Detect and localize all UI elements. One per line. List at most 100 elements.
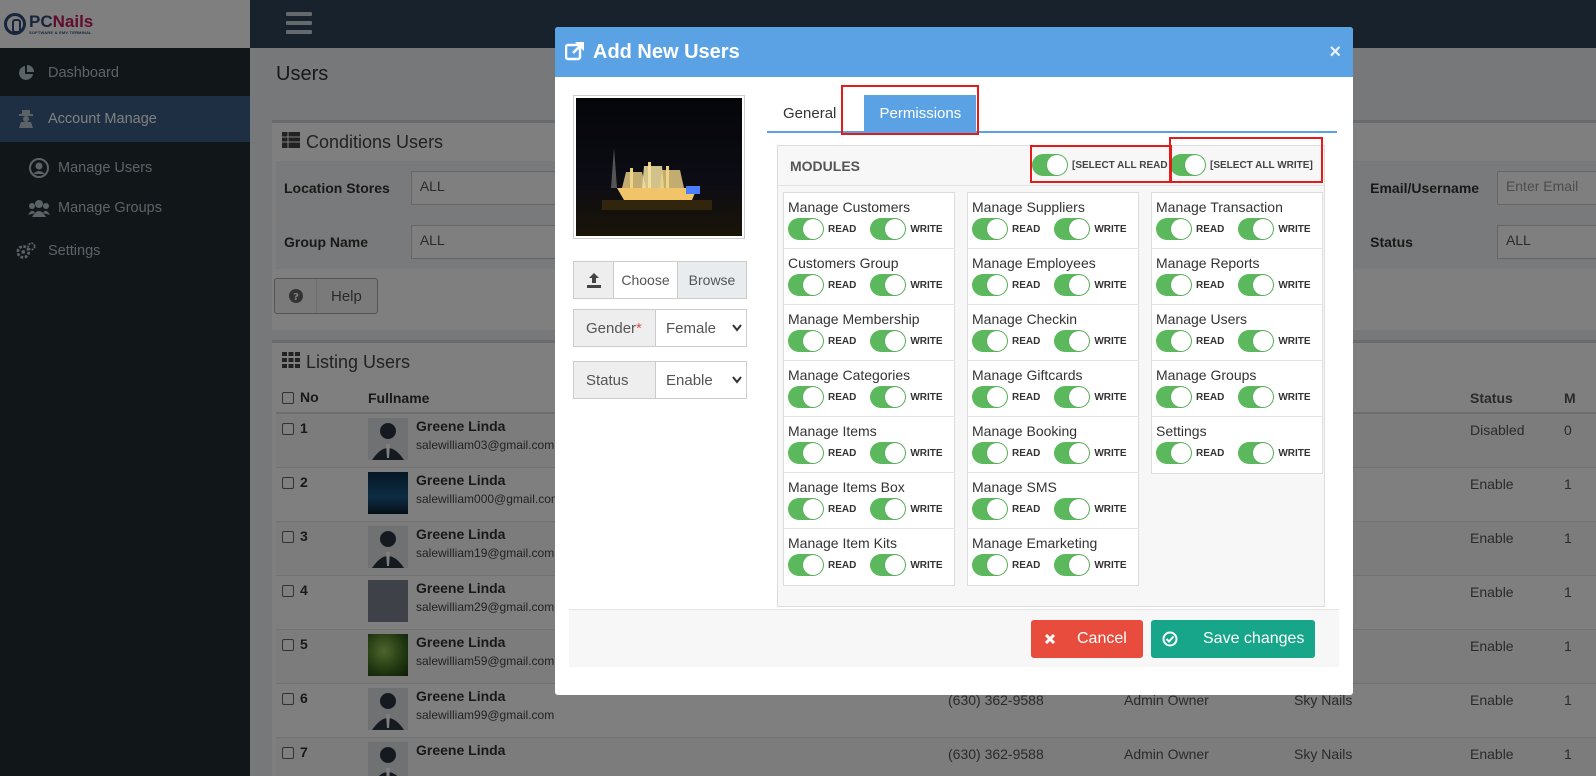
permission-module: Manage Checkin READ WRITE <box>968 305 1138 361</box>
write-toggle[interactable] <box>870 442 907 464</box>
write-label: WRITE <box>910 335 943 347</box>
write-toggle[interactable] <box>1054 386 1091 408</box>
write-toggle[interactable] <box>1238 386 1275 408</box>
modal-footer: Cancel Save changes <box>569 609 1339 667</box>
permission-module: Manage Giftcards READ WRITE <box>968 361 1138 417</box>
read-toggle[interactable] <box>788 498 824 520</box>
read-toggle[interactable] <box>972 442 1008 464</box>
module-name: Manage Membership <box>788 311 920 327</box>
read-toggle[interactable] <box>972 218 1008 240</box>
write-toggle[interactable] <box>1238 442 1275 464</box>
read-label: READ <box>1012 223 1041 235</box>
module-name: Manage Item Kits <box>788 535 897 551</box>
read-toggle[interactable] <box>972 274 1008 296</box>
permission-module: Manage Item Kits READ WRITE <box>784 529 954 585</box>
permission-module: Manage Transaction READ WRITE <box>1152 193 1322 249</box>
module-name: Manage Giftcards <box>972 367 1083 383</box>
permission-module: Manage Items Box READ WRITE <box>784 473 954 529</box>
read-label: READ <box>828 447 857 459</box>
read-toggle[interactable] <box>972 498 1008 520</box>
write-toggle[interactable] <box>870 274 907 296</box>
status-select[interactable]: Enable <box>656 362 746 398</box>
permission-module: Manage Groups READ WRITE <box>1152 361 1322 417</box>
write-toggle[interactable] <box>1238 330 1275 352</box>
chevron-down-icon <box>732 324 742 332</box>
read-toggle[interactable] <box>788 274 824 296</box>
write-label: WRITE <box>910 447 943 459</box>
cancel-label: Cancel <box>1077 630 1127 647</box>
write-label: WRITE <box>1094 223 1127 235</box>
upload-icon[interactable] <box>574 262 614 298</box>
tab-general[interactable]: General <box>767 95 852 131</box>
gender-label-text: Gender <box>586 319 637 337</box>
module-name: Manage Categories <box>788 367 911 383</box>
write-label: WRITE <box>910 279 943 291</box>
read-label: READ <box>1196 391 1225 403</box>
modal-header: Add New Users × <box>555 27 1353 77</box>
write-label: WRITE <box>1278 335 1311 347</box>
read-toggle[interactable] <box>1156 218 1192 240</box>
write-toggle[interactable] <box>870 386 907 408</box>
permission-module: Manage Booking READ WRITE <box>968 417 1138 473</box>
required-marker: * <box>636 319 642 337</box>
save-changes-button[interactable]: Save changes <box>1151 620 1315 658</box>
write-label: WRITE <box>1278 447 1311 459</box>
highlight-select-all-read <box>1030 145 1172 183</box>
read-toggle[interactable] <box>788 218 824 240</box>
read-label: READ <box>1196 279 1225 291</box>
modules-column-3: Manage Transaction READ WRITE Manage Report… <box>1151 192 1323 474</box>
read-toggle[interactable] <box>1156 274 1192 296</box>
choose-file-field[interactable]: Choose <box>614 262 678 298</box>
write-toggle[interactable] <box>1238 218 1275 240</box>
read-toggle[interactable] <box>788 442 824 464</box>
read-toggle[interactable] <box>1156 386 1192 408</box>
module-name: Manage Booking <box>972 423 1078 439</box>
read-toggle[interactable] <box>788 330 824 352</box>
module-name: Manage Items Box <box>788 479 905 495</box>
write-toggle[interactable] <box>870 554 907 576</box>
write-toggle[interactable] <box>1238 274 1275 296</box>
read-toggle[interactable] <box>788 386 824 408</box>
write-toggle[interactable] <box>1054 498 1091 520</box>
write-toggle[interactable] <box>1054 274 1091 296</box>
write-toggle[interactable] <box>1054 442 1091 464</box>
write-label: WRITE <box>1094 335 1127 347</box>
write-toggle[interactable] <box>870 498 907 520</box>
write-toggle[interactable] <box>1054 218 1091 240</box>
permission-module: Manage SMS READ WRITE <box>968 473 1138 529</box>
read-toggle[interactable] <box>1156 330 1192 352</box>
close-icon[interactable]: × <box>1329 41 1341 64</box>
permission-module: Settings READ WRITE <box>1152 417 1322 473</box>
read-toggle[interactable] <box>788 554 824 576</box>
write-toggle[interactable] <box>1054 330 1091 352</box>
write-label: WRITE <box>1094 559 1127 571</box>
read-toggle[interactable] <box>972 330 1008 352</box>
read-toggle[interactable] <box>972 386 1008 408</box>
write-label: WRITE <box>910 223 943 235</box>
browse-button[interactable]: Browse <box>678 262 746 298</box>
write-label: WRITE <box>910 503 943 515</box>
module-name: Manage Checkin <box>972 311 1078 327</box>
write-toggle[interactable] <box>870 330 907 352</box>
permission-module: Manage Membership READ WRITE <box>784 305 954 361</box>
file-upload-group[interactable]: Choose Browse <box>573 261 747 299</box>
read-toggle[interactable] <box>972 554 1008 576</box>
status-field: Status Enable <box>573 361 747 399</box>
write-label: WRITE <box>1094 447 1127 459</box>
gender-select[interactable]: Female <box>656 310 746 346</box>
module-name: Manage Users <box>1156 311 1248 327</box>
write-label: WRITE <box>1094 391 1127 403</box>
status-select-value: Enable <box>666 371 713 389</box>
write-toggle[interactable] <box>870 218 907 240</box>
read-toggle[interactable] <box>1156 442 1192 464</box>
write-label: WRITE <box>1094 503 1127 515</box>
read-label: READ <box>1012 503 1041 515</box>
cancel-button[interactable]: Cancel <box>1031 620 1143 658</box>
module-name: Manage Reports <box>1156 255 1260 271</box>
check-circle-icon <box>1151 631 1189 647</box>
write-toggle[interactable] <box>1054 554 1091 576</box>
permission-module: Manage Customers READ WRITE <box>784 193 954 249</box>
read-label: READ <box>1012 447 1041 459</box>
status-label: Status <box>574 362 656 398</box>
module-name: Manage Groups <box>1156 367 1257 383</box>
